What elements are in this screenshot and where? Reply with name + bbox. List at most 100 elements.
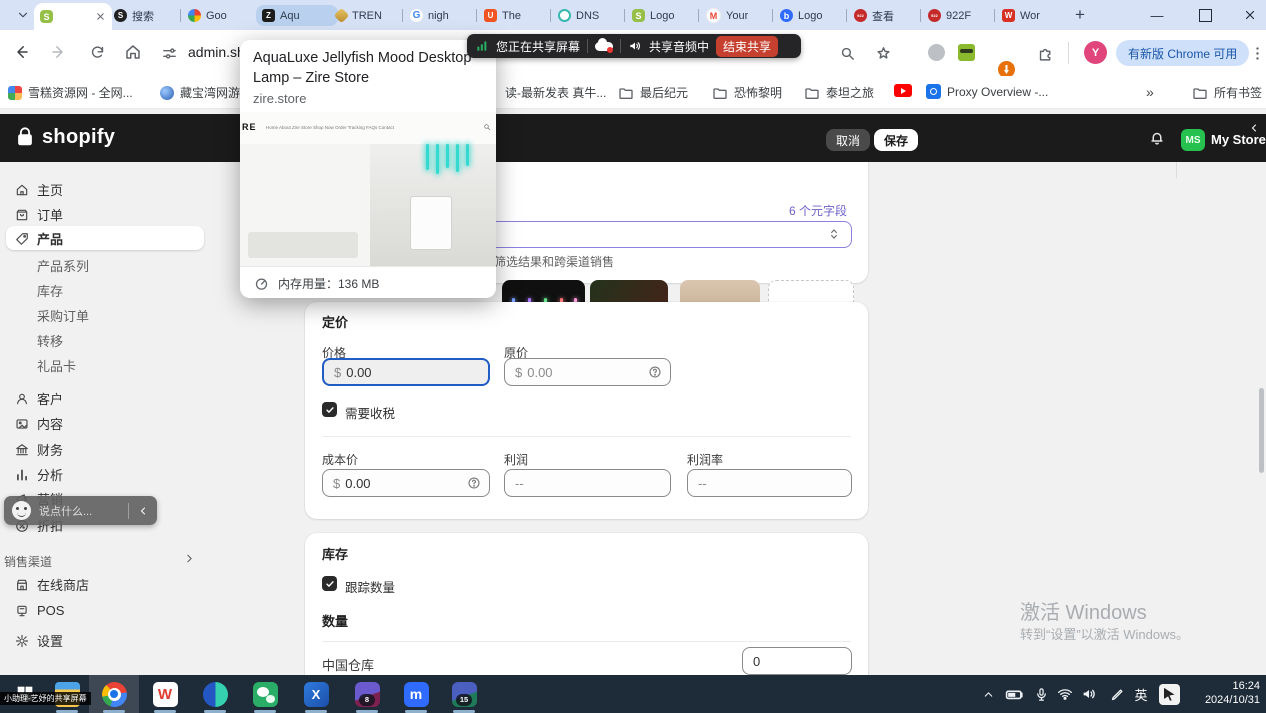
- extensions-puzzle-icon[interactable]: [1034, 42, 1056, 64]
- profile-avatar[interactable]: Y: [1084, 41, 1107, 64]
- tab-wor[interactable]: Wor: [996, 5, 1078, 26]
- close-tab-icon[interactable]: [95, 11, 106, 22]
- taskbar-wps[interactable]: [140, 675, 190, 713]
- ime-indicator[interactable]: 英: [1128, 675, 1154, 713]
- warehouse-quantity-input[interactable]: 0: [742, 647, 852, 675]
- cost-input[interactable]: $ 0.00: [322, 469, 490, 497]
- back-button[interactable]: [10, 41, 32, 63]
- tab-search-page[interactable]: 搜索: [108, 5, 190, 26]
- help-icon[interactable]: [467, 476, 481, 490]
- sidebar-item-analytics[interactable]: 分析: [0, 463, 210, 486]
- tab-logo2[interactable]: Logo: [774, 5, 856, 26]
- charge-tax-checkbox[interactable]: [322, 402, 337, 417]
- assistant-widget[interactable]: 说点什么...: [4, 496, 157, 525]
- price-input[interactable]: $ 0.00: [322, 358, 490, 386]
- window-maximize-button[interactable]: [1183, 0, 1227, 30]
- sidebar-item-pos[interactable]: POS: [0, 599, 210, 622]
- wifi-icon[interactable]: [1052, 675, 1078, 713]
- window-minimize-button[interactable]: —: [1135, 0, 1179, 30]
- stop-sharing-button[interactable]: 结束共享: [716, 36, 778, 57]
- margin-input[interactable]: --: [687, 469, 852, 497]
- sidebar-item-inventory[interactable]: 库存: [0, 279, 210, 302]
- extension-green-icon[interactable]: [958, 44, 975, 61]
- taskbar-mail-app[interactable]: [190, 675, 240, 713]
- collapse-chevron-icon[interactable]: [1248, 122, 1260, 134]
- taskbar-app-badge-8[interactable]: 8: [342, 675, 392, 713]
- tab-goo[interactable]: Goo: [182, 5, 264, 26]
- assistant-input[interactable]: 说点什么...: [39, 503, 120, 519]
- tab-logo1[interactable]: Logo: [626, 5, 708, 26]
- sidebar-item-products-active[interactable]: 产品: [0, 227, 210, 250]
- chrome-update-chip[interactable]: 有新版 Chrome 可用: [1116, 40, 1249, 66]
- extension-grey-icon[interactable]: [928, 44, 945, 61]
- bookmark-cangbaowan[interactable]: 藏宝湾网游: [160, 84, 240, 101]
- bookmark-du[interactable]: 读-最新发表 真牛...: [505, 84, 606, 101]
- sidebar-item-transfers[interactable]: 转移: [0, 329, 210, 352]
- sidebar-item-content[interactable]: 内容: [0, 412, 210, 435]
- tab-active-shopify[interactable]: [34, 3, 112, 30]
- taskbar-m-app[interactable]: [391, 675, 441, 713]
- tab-tren[interactable]: TREN: [330, 5, 412, 26]
- tab-the[interactable]: The: [478, 5, 560, 26]
- sidebar-item-gift-cards[interactable]: 礼品卡: [0, 354, 210, 377]
- bookmark-xuegao[interactable]: 雪糕资源网 - 全网...: [8, 84, 133, 101]
- bookmark-folder-kongbu[interactable]: 恐怖黎明: [712, 84, 782, 101]
- taskbar-clock[interactable]: 16:24 2024/10/31: [1205, 679, 1260, 707]
- collapse-left-icon[interactable]: [137, 505, 149, 517]
- help-icon[interactable]: [648, 365, 662, 379]
- taskbar-app-badge-15[interactable]: 15: [439, 675, 489, 713]
- kebab-menu-icon[interactable]: [1246, 42, 1266, 64]
- tray-expand-button[interactable]: [975, 675, 1001, 713]
- sidebar-item-finance[interactable]: 财务: [0, 438, 210, 461]
- chevron-right-icon[interactable]: [183, 552, 196, 565]
- bell-icon[interactable]: [1148, 129, 1166, 147]
- bookmark-proxy[interactable]: Proxy Overview -...: [926, 84, 1048, 99]
- bookmark-folder-zuihou[interactable]: 最后纪元: [618, 84, 688, 101]
- search-icon[interactable]: [836, 42, 858, 64]
- profit-input[interactable]: --: [504, 469, 671, 497]
- sidebar-item-settings[interactable]: 设置: [0, 629, 210, 652]
- sidebar-item-purchase-orders[interactable]: 采购订单: [0, 304, 210, 327]
- sidebar-item-collections[interactable]: 产品系列: [0, 254, 210, 277]
- home-button[interactable]: [122, 41, 144, 63]
- tab-chakan[interactable]: 查看: [848, 5, 930, 26]
- window-close-button[interactable]: [1228, 0, 1266, 30]
- sidebar-item-home[interactable]: 主页: [0, 178, 210, 201]
- taskbar-chrome-active[interactable]: [89, 675, 139, 713]
- tray-cursor-app-icon[interactable]: [1154, 675, 1184, 713]
- save-button[interactable]: 保存: [874, 129, 918, 151]
- volume-icon[interactable]: [1076, 675, 1102, 713]
- microphone-icon[interactable]: [1028, 675, 1054, 713]
- reload-button[interactable]: [86, 41, 108, 63]
- new-tab-button[interactable]: +: [1068, 4, 1092, 26]
- sidebar-item-online-store[interactable]: 在线商店: [0, 573, 210, 596]
- tab-search-button[interactable]: [10, 5, 36, 25]
- scrollbar-thumb[interactable]: [1259, 388, 1264, 473]
- site-info-icon[interactable]: [158, 42, 180, 64]
- tab-aqualuxe-hovered[interactable]: Aqu: [256, 5, 338, 26]
- bookmark-youtube[interactable]: [894, 84, 912, 97]
- store-avatar[interactable]: MS: [1181, 129, 1205, 151]
- battery-icon[interactable]: [1000, 675, 1028, 713]
- cloud-icon[interactable]: [595, 40, 613, 52]
- track-quantity-checkbox[interactable]: [322, 576, 337, 591]
- taskbar-wechat[interactable]: [240, 675, 290, 713]
- forward-button[interactable]: [48, 41, 70, 63]
- tab-your[interactable]: Your: [700, 5, 782, 26]
- bookmark-folder-taitan[interactable]: 泰坦之旅: [804, 84, 874, 101]
- sidebar-item-customers[interactable]: 客户: [0, 387, 210, 410]
- address-bar-url[interactable]: admin.sh: [188, 44, 245, 60]
- bookmarks-overflow-button[interactable]: »: [1146, 84, 1154, 100]
- taskbar-x-app[interactable]: [291, 675, 341, 713]
- tab-nigh[interactable]: nigh: [404, 5, 486, 26]
- tab-dns[interactable]: DNS: [552, 5, 634, 26]
- all-bookmarks-button[interactable]: 所有书签: [1192, 84, 1262, 101]
- shopify-logo[interactable]: shopify: [14, 125, 115, 149]
- cancel-button[interactable]: 取消: [826, 129, 870, 151]
- metafields-link[interactable]: 6 个元字段: [789, 202, 847, 219]
- compare-price-input[interactable]: $ 0.00: [504, 358, 671, 386]
- tab-922f[interactable]: 922F: [922, 5, 1004, 26]
- bookmark-star-icon[interactable]: [872, 42, 894, 64]
- pen-icon[interactable]: [1104, 675, 1130, 713]
- sidebar-item-orders[interactable]: 订单: [0, 203, 210, 226]
